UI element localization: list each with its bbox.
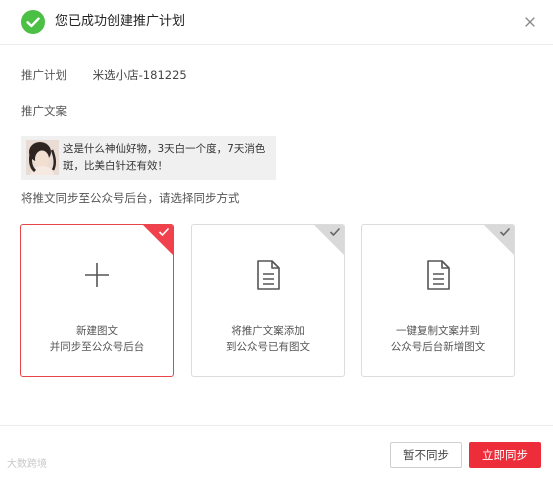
close-icon[interactable] xyxy=(522,14,538,30)
watermark: 大数跨境 xyxy=(7,459,47,470)
option-label: 新建图文 并同步至公众号后台 xyxy=(21,323,173,355)
copy-text: 这是什么神仙好物，3天白一个度，7天消色斑，比美白针还有效！ xyxy=(63,143,266,172)
option-label-line1: 一键复制文案并到 xyxy=(396,325,480,337)
dialog-footer: 大数跨境 暂不同步 立即同步 xyxy=(0,425,553,477)
checkmark-icon xyxy=(329,227,341,237)
sync-option-copy-text[interactable]: 一键复制文案并到 公众号后台新增图文 xyxy=(361,224,515,377)
option-label-line2: 并同步至公众号后台 xyxy=(49,341,145,353)
dialog-header: 您已成功创建推广计划 xyxy=(0,0,553,45)
document-icon xyxy=(257,260,280,290)
option-label-line1: 将推广文案添加 xyxy=(231,325,305,337)
option-label-line2: 公众号后台新增图文 xyxy=(390,341,486,353)
sync-option-new-article[interactable]: 新建图文 并同步至公众号后台 xyxy=(20,224,174,377)
document-icon xyxy=(427,260,450,290)
sync-option-existing-article[interactable]: 将推广文案添加 到公众号已有图文 xyxy=(191,224,345,377)
copy-preview: 这是什么神仙好物，3天白一个度，7天消色斑，比美白针还有效！ xyxy=(21,136,276,180)
plus-icon xyxy=(85,263,109,287)
checkmark-icon xyxy=(158,227,170,237)
plan-name: 米选小店-181225 xyxy=(92,68,187,82)
copy-thumbnail xyxy=(26,140,59,175)
dialog-title: 您已成功创建推广计划 xyxy=(55,14,186,29)
sync-now-button[interactable]: 立即同步 xyxy=(469,442,541,468)
skip-sync-button[interactable]: 暂不同步 xyxy=(390,442,462,468)
plan-label: 推广计划 xyxy=(21,68,67,82)
option-label-line1: 新建图文 xyxy=(76,325,118,337)
plan-row: 推广计划 米选小店-181225 xyxy=(21,67,187,83)
option-label: 一键复制文案并到 公众号后台新增图文 xyxy=(362,323,514,355)
option-label-line2: 到公众号已有图文 xyxy=(226,341,310,353)
option-label: 将推广文案添加 到公众号已有图文 xyxy=(192,323,344,355)
check-circle-icon xyxy=(21,10,45,34)
copy-label: 推广文案 xyxy=(21,104,67,118)
checkmark-icon xyxy=(499,227,511,237)
sync-hint: 将推文同步至公众号后台，请选择同步方式 xyxy=(21,191,240,205)
